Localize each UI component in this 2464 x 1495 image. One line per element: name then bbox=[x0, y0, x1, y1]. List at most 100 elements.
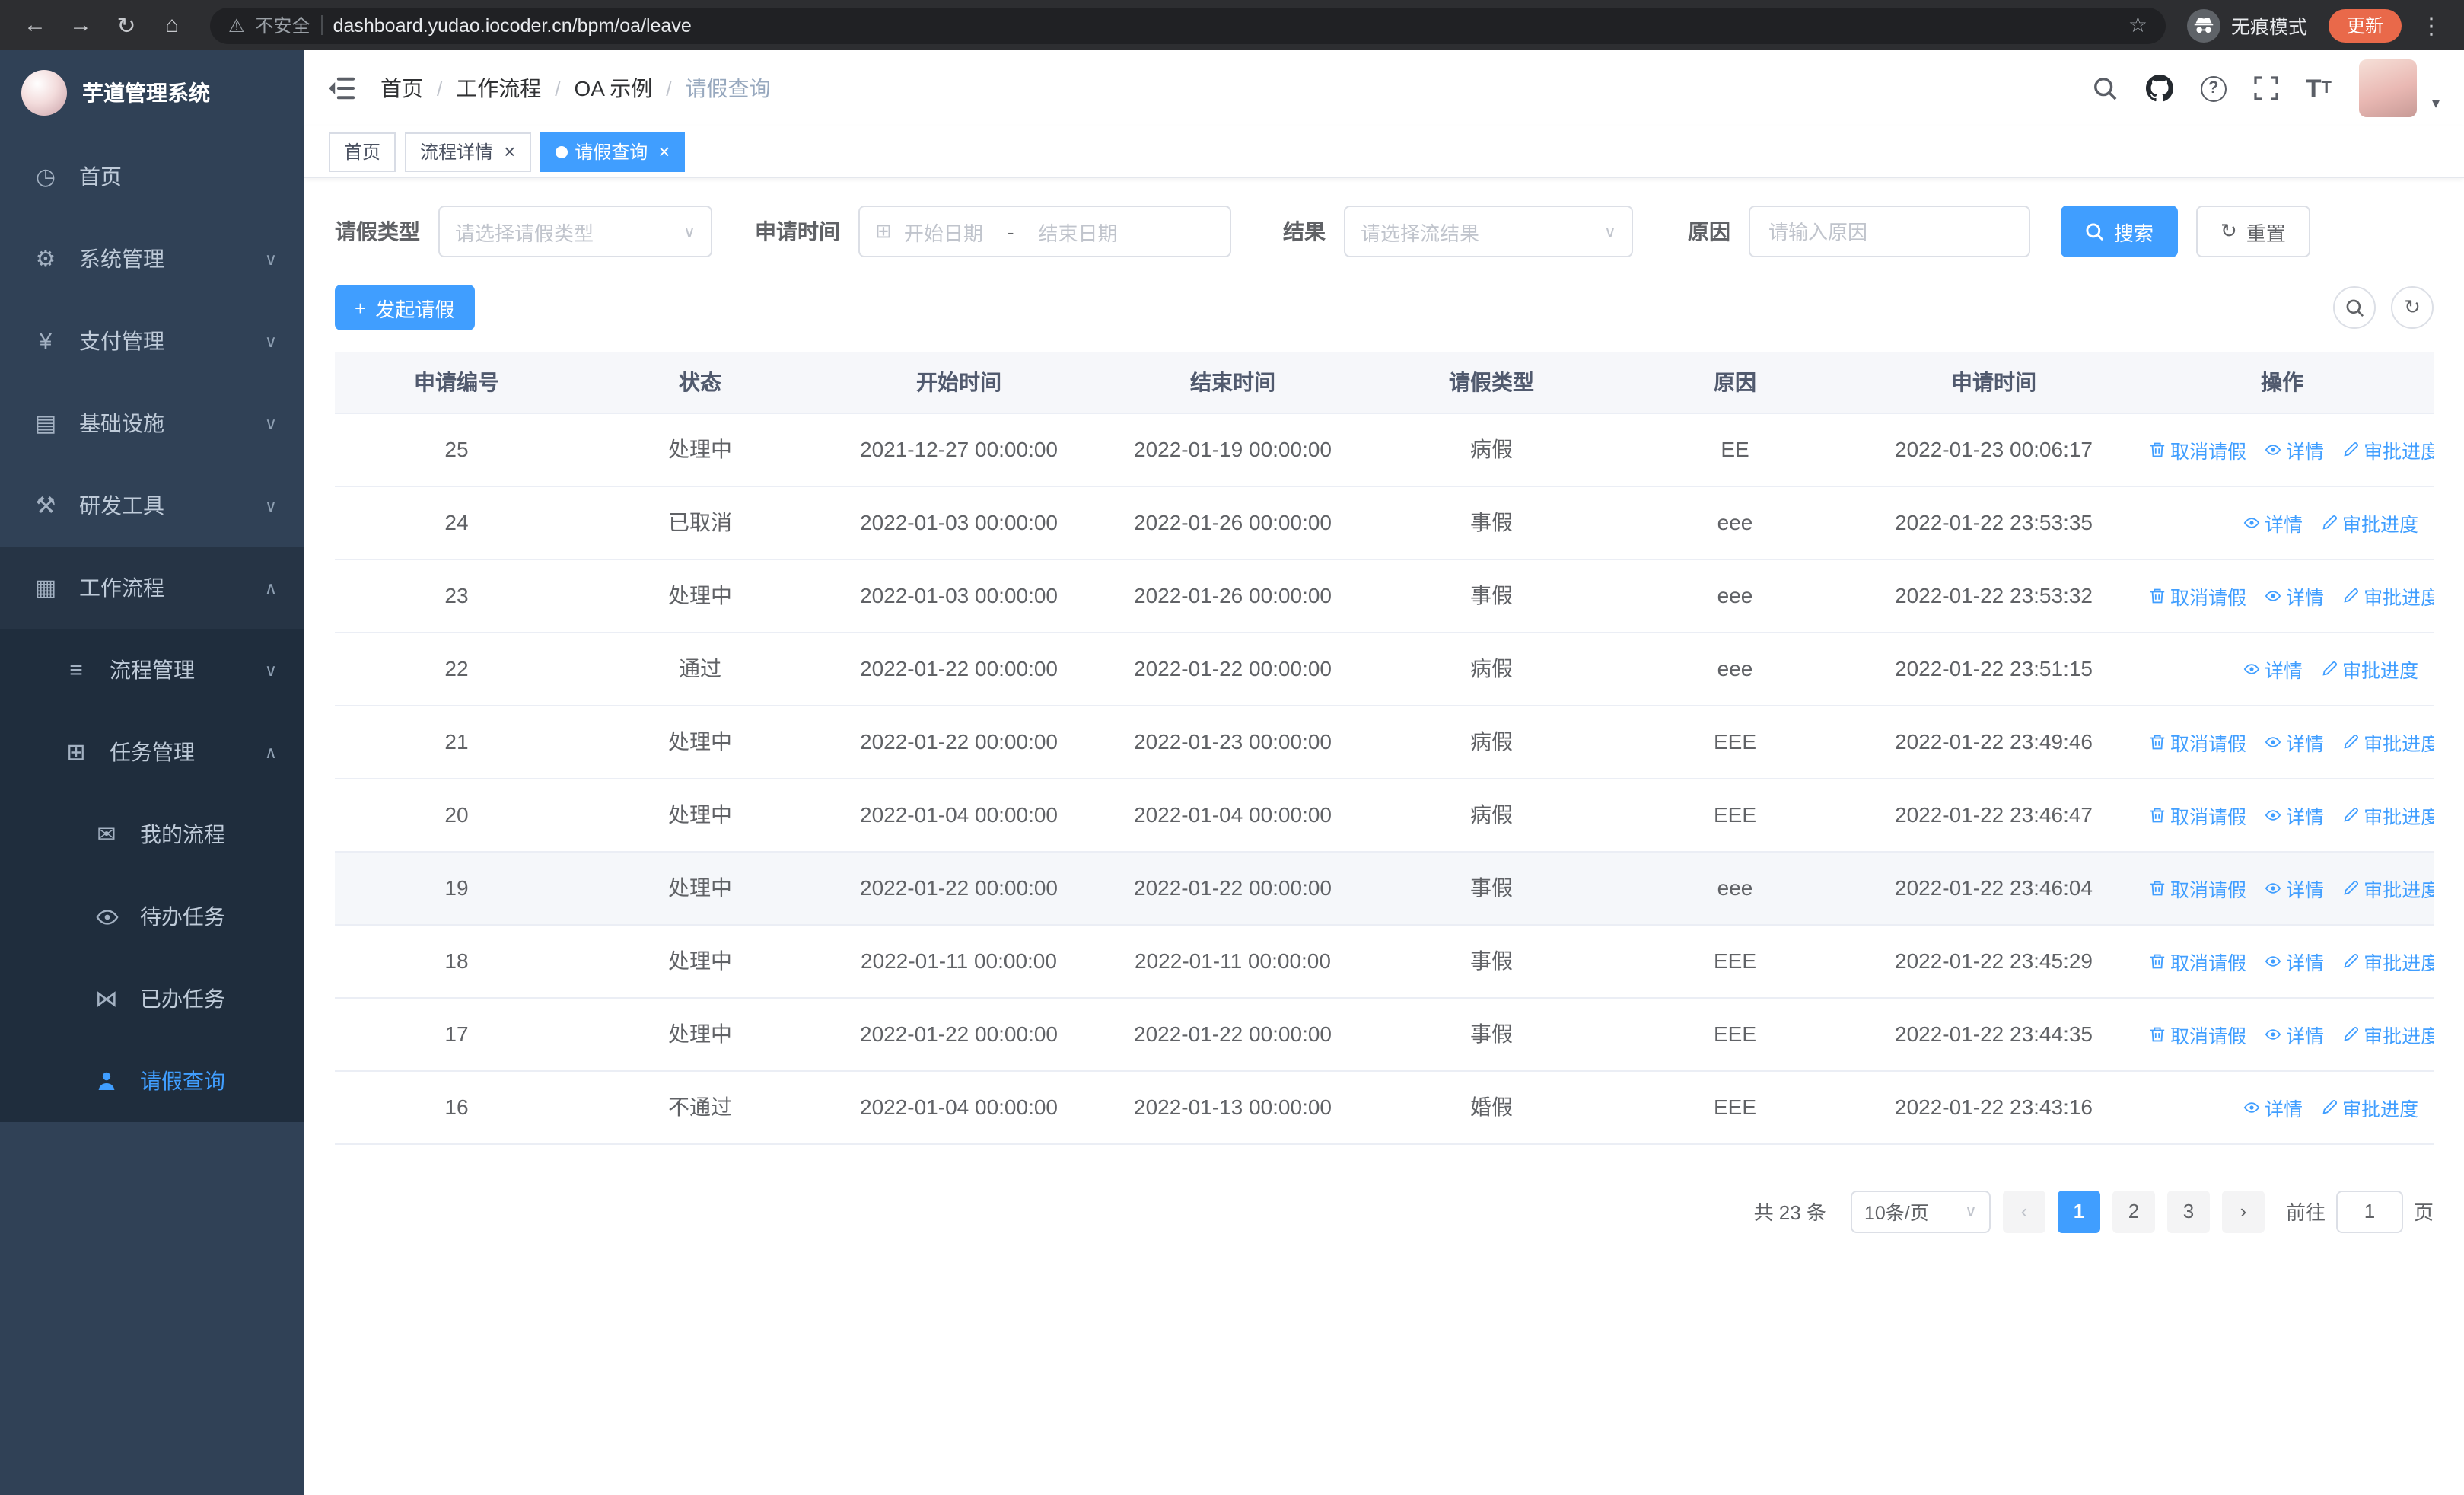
progress-link[interactable]: 审批进度 bbox=[2321, 1092, 2418, 1121]
leave-type-select[interactable]: 请选择请假类型 ∨ bbox=[438, 206, 712, 257]
sidebar-collapse-icon[interactable] bbox=[329, 76, 356, 100]
cancel-leave-link[interactable]: 取消请假 bbox=[2149, 1019, 2246, 1048]
tab-leave-query[interactable]: 请假查询 × bbox=[540, 132, 686, 171]
next-page-button[interactable]: › bbox=[2221, 1190, 2265, 1232]
sidebar-item-my-process[interactable]: ✉ 我的流程 bbox=[0, 793, 304, 875]
delete-icon bbox=[2149, 806, 2166, 823]
toggle-search-icon[interactable] bbox=[2333, 286, 2376, 329]
cancel-leave-link[interactable]: 取消请假 bbox=[2149, 727, 2246, 756]
cancel-leave-link[interactable]: 取消请假 bbox=[2149, 873, 2246, 902]
detail-link[interactable]: 详情 bbox=[2265, 946, 2324, 975]
page-content: 请假类型 请选择请假类型 ∨ 申请时间 ⊞ 开始日期 - 结束日期 结果 请选择… bbox=[304, 178, 2464, 1495]
start-date-input[interactable]: 开始日期 bbox=[904, 217, 983, 246]
tab-process-detail[interactable]: 流程详情 × bbox=[405, 132, 531, 171]
font-size-icon[interactable]: TT bbox=[2306, 75, 2332, 101]
end-time-cell: 2022-01-19 00:00:00 bbox=[1096, 413, 1370, 486]
sidebar-item-task-mgmt[interactable]: ⊞ 任务管理 ∧ bbox=[0, 711, 304, 793]
column-header-request-id: 申请编号 bbox=[335, 352, 578, 413]
filter-form: 请假类型 请选择请假类型 ∨ 申请时间 ⊞ 开始日期 - 结束日期 结果 请选择… bbox=[335, 206, 2434, 257]
apply-time-range-picker[interactable]: ⊞ 开始日期 - 结束日期 bbox=[858, 206, 1231, 257]
refresh-table-icon[interactable]: ↻ bbox=[2391, 286, 2434, 329]
close-icon[interactable]: × bbox=[504, 142, 515, 161]
page-size-select[interactable]: 10条/页 ∨ bbox=[1850, 1190, 1991, 1232]
breadcrumb-home[interactable]: 首页 bbox=[380, 73, 423, 104]
cancel-leave-link[interactable]: 取消请假 bbox=[2149, 800, 2246, 829]
url-text[interactable]: dashboard.yudao.iocoder.cn/bpm/oa/leave bbox=[333, 14, 2118, 36]
progress-link[interactable]: 审批进度 bbox=[2342, 1019, 2434, 1048]
cancel-leave-link[interactable]: 取消请假 bbox=[2149, 946, 2246, 975]
help-icon[interactable]: ? bbox=[2200, 75, 2227, 101]
cancel-leave-link[interactable]: 取消请假 bbox=[2149, 435, 2246, 464]
detail-link[interactable]: 详情 bbox=[2265, 727, 2324, 756]
progress-link[interactable]: 审批进度 bbox=[2342, 873, 2434, 902]
status-cell: 处理中 bbox=[578, 997, 822, 1071]
sidebar-item-infrastructure[interactable]: ▤ 基础设施 ∨ bbox=[0, 382, 304, 464]
progress-link[interactable]: 审批进度 bbox=[2342, 581, 2434, 610]
fullscreen-icon[interactable] bbox=[2254, 76, 2278, 100]
tab-home[interactable]: 首页 bbox=[329, 132, 396, 171]
sidebar-item-dev-tools[interactable]: ⚒ 研发工具 ∨ bbox=[0, 464, 304, 547]
page-button-2[interactable]: 2 bbox=[2112, 1190, 2155, 1232]
sidebar-item-home[interactable]: ◷ 首页 bbox=[0, 135, 304, 218]
reload-icon[interactable]: ↻ bbox=[107, 5, 146, 45]
address-bar[interactable]: ⚠ 不安全 dashboard.yudao.iocoder.cn/bpm/oa/… bbox=[210, 7, 2166, 43]
sidebar-item-process-mgmt[interactable]: ≡ 流程管理 ∨ bbox=[0, 629, 304, 711]
task-icon: ⊞ bbox=[66, 740, 86, 766]
progress-link[interactable]: 审批进度 bbox=[2321, 654, 2418, 683]
progress-link[interactable]: 审批进度 bbox=[2342, 727, 2434, 756]
forward-icon[interactable]: → bbox=[61, 5, 100, 45]
detail-link[interactable]: 详情 bbox=[2265, 1019, 2324, 1048]
end-date-input[interactable]: 结束日期 bbox=[1039, 217, 1118, 246]
result-select[interactable]: 请选择流结果 ∨ bbox=[1344, 206, 1633, 257]
user-avatar[interactable] bbox=[2358, 59, 2417, 117]
detail-link[interactable]: 详情 bbox=[2265, 873, 2324, 902]
github-icon[interactable] bbox=[2145, 75, 2173, 102]
detail-link[interactable]: 详情 bbox=[2265, 800, 2324, 829]
table-toolbar: + 发起请假 ↻ bbox=[335, 285, 2434, 330]
security-label[interactable]: 不安全 bbox=[256, 12, 310, 38]
leave-type-cell: 婚假 bbox=[1370, 1070, 1613, 1144]
reason-input[interactable] bbox=[1749, 206, 2030, 257]
chevron-down-icon[interactable]: ▾ bbox=[2432, 96, 2440, 117]
breadcrumb-oa-example[interactable]: OA 示例 bbox=[575, 73, 653, 104]
create-leave-button[interactable]: + 发起请假 bbox=[335, 285, 475, 330]
update-button[interactable]: 更新 bbox=[2328, 8, 2402, 42]
page-button-3[interactable]: 3 bbox=[2166, 1190, 2210, 1232]
apply-time-cell: 2022-01-22 23:46:47 bbox=[1857, 778, 2131, 852]
sidebar-item-system-mgmt[interactable]: ⚙ 系统管理 ∨ bbox=[0, 218, 304, 300]
search-icon[interactable] bbox=[2093, 75, 2119, 101]
main-area: 首页 / 工作流程 / OA 示例 / 请假查询 ? T T ▾ 首页 流程详情… bbox=[304, 50, 2464, 1495]
page-button-1[interactable]: 1 bbox=[2057, 1190, 2100, 1232]
apply-time-cell: 2022-01-22 23:51:15 bbox=[1857, 632, 2131, 706]
actions-cell: 详情 审批进度 bbox=[2131, 486, 2434, 559]
breadcrumb-workflow[interactable]: 工作流程 bbox=[456, 73, 541, 104]
sidebar-item-todo-tasks[interactable]: 待办任务 bbox=[0, 875, 304, 958]
detail-link[interactable]: 详情 bbox=[2265, 435, 2324, 464]
prev-page-button[interactable]: ‹ bbox=[2002, 1190, 2045, 1232]
chevron-down-icon: ∨ bbox=[264, 661, 277, 680]
detail-link[interactable]: 详情 bbox=[2243, 508, 2303, 537]
back-icon[interactable]: ← bbox=[15, 5, 55, 45]
sidebar-item-leave-query[interactable]: 请假查询 bbox=[0, 1040, 304, 1122]
start-time-cell: 2022-01-11 00:00:00 bbox=[822, 924, 1096, 998]
bookmark-star-icon[interactable]: ☆ bbox=[2128, 12, 2147, 38]
detail-link[interactable]: 详情 bbox=[2243, 1092, 2303, 1121]
progress-link[interactable]: 审批进度 bbox=[2342, 435, 2434, 464]
sidebar-item-payment-mgmt[interactable]: ¥ 支付管理 ∨ bbox=[0, 300, 304, 382]
progress-link[interactable]: 审批进度 bbox=[2321, 508, 2418, 537]
goto-page-input[interactable] bbox=[2335, 1190, 2403, 1232]
browser-home-icon[interactable]: ⌂ bbox=[152, 5, 192, 45]
sidebar-item-workflow[interactable]: ▦ 工作流程 ∧ bbox=[0, 547, 304, 629]
browser-menu-icon[interactable]: ⋮ bbox=[2414, 11, 2449, 39]
reset-button[interactable]: ↻ 重置 bbox=[2196, 206, 2310, 257]
column-header-reason: 原因 bbox=[1613, 352, 1857, 413]
dashboard-icon: ◷ bbox=[35, 164, 56, 190]
detail-link[interactable]: 详情 bbox=[2265, 581, 2324, 610]
progress-link[interactable]: 审批进度 bbox=[2342, 800, 2434, 829]
search-button[interactable]: 搜索 bbox=[2061, 206, 2179, 257]
cancel-leave-link[interactable]: 取消请假 bbox=[2149, 581, 2246, 610]
close-icon[interactable]: × bbox=[658, 142, 670, 161]
detail-link[interactable]: 详情 bbox=[2243, 654, 2303, 683]
progress-link[interactable]: 审批进度 bbox=[2342, 946, 2434, 975]
sidebar-item-done-tasks[interactable]: ⋈ 已办任务 bbox=[0, 958, 304, 1040]
